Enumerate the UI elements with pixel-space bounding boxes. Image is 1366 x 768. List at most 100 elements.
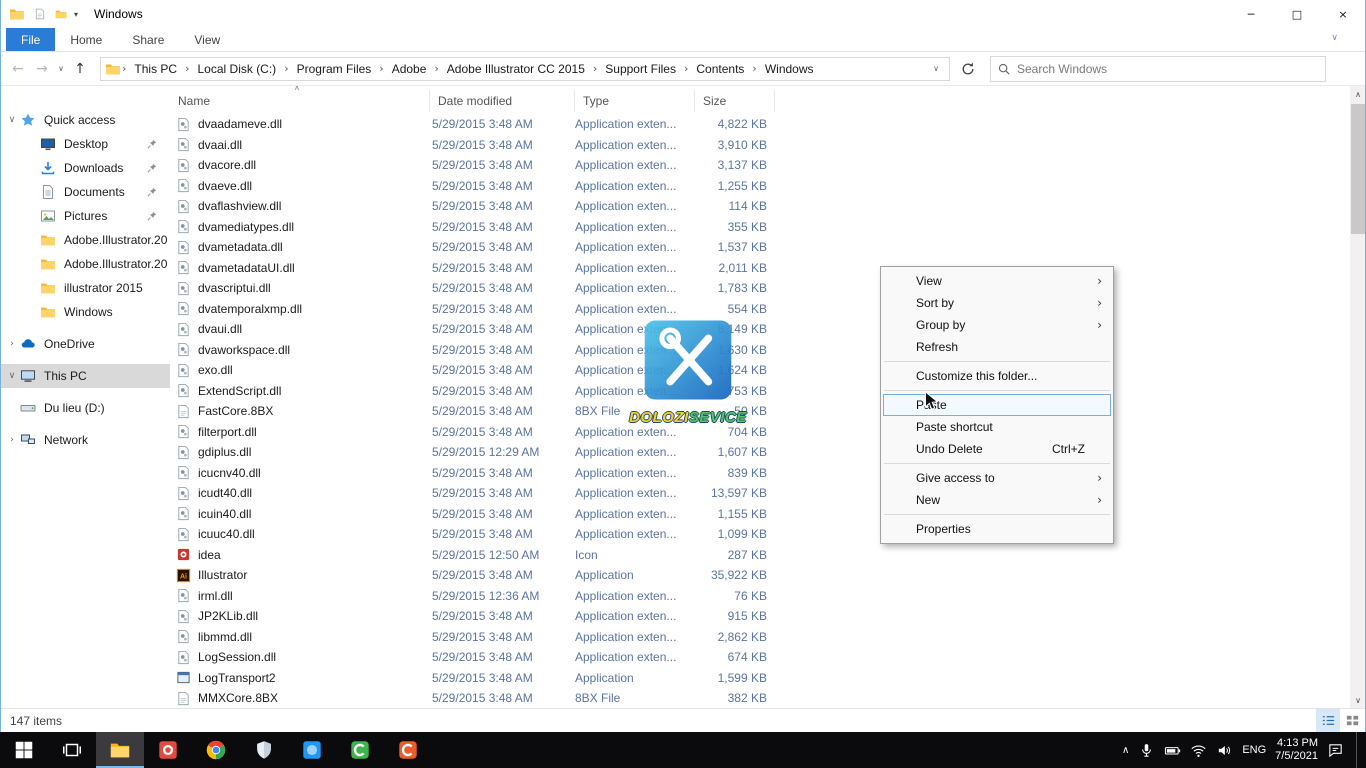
file-row[interactable]: dvaflashview.dll5/29/2015 3:48 AMApplica… — [170, 196, 1350, 217]
file-row[interactable]: dvacore.dll5/29/2015 3:48 AMApplication … — [170, 155, 1350, 176]
microphone-icon[interactable] — [1138, 742, 1155, 759]
sidebar-item-onedrive[interactable]: ›OneDrive — [0, 332, 170, 356]
column-header-date-modified[interactable]: Date modified — [430, 90, 575, 112]
sidebar-item-this-pc[interactable]: ∨This PC — [0, 364, 170, 388]
task-view-button[interactable] — [48, 732, 96, 768]
start-button[interactable] — [0, 732, 48, 768]
file-row[interactable]: LogSession.dll5/29/2015 3:48 AMApplicati… — [170, 647, 1350, 668]
file-row[interactable]: dvametadataUI.dll5/29/2015 3:48 AMApplic… — [170, 258, 1350, 279]
search-input[interactable] — [1017, 62, 1319, 76]
taskbar-app-orange-button[interactable] — [384, 732, 432, 768]
context-menu-item-new[interactable]: New› — [883, 489, 1111, 511]
breadcrumb-item[interactable]: Support Files — [598, 58, 683, 80]
sidebar-item-du-lieu-d[interactable]: Du lieu (D:) — [0, 396, 170, 420]
context-menu-item-paste-shortcut[interactable]: Paste shortcut — [883, 416, 1111, 438]
address-dropdown-icon[interactable]: ∨ — [933, 64, 945, 73]
column-header-size[interactable]: Size — [695, 90, 775, 112]
back-button[interactable]: ← — [6, 61, 30, 77]
breadcrumb-item[interactable]: Contents — [689, 58, 751, 80]
expand-right-icon[interactable]: › — [4, 435, 20, 445]
refresh-icon[interactable] — [960, 61, 976, 77]
file-row[interactable]: icuin40.dll5/29/2015 3:48 AMApplication … — [170, 504, 1350, 525]
breadcrumb-item[interactable]: This PC — [127, 58, 184, 80]
taskbar-app-red-button[interactable] — [144, 732, 192, 768]
close-button[interactable]: × — [1320, 0, 1366, 28]
file-row[interactable]: icuuc40.dll5/29/2015 3:48 AMApplication … — [170, 524, 1350, 545]
context-menu-item-properties[interactable]: Properties — [883, 518, 1111, 540]
file-row[interactable]: MMXCore.8BX5/29/2015 3:48 AM8BX File382 … — [170, 688, 1350, 708]
file-row[interactable]: AiIllustrator5/29/2015 3:48 AMApplicatio… — [170, 565, 1350, 586]
file-row[interactable]: dvametadata.dll5/29/2015 3:48 AMApplicat… — [170, 237, 1350, 258]
context-menu-item-group-by[interactable]: Group by› — [883, 314, 1111, 336]
show-desktop-button[interactable] — [1356, 732, 1361, 768]
context-menu-item-customize-this-folder[interactable]: Customize this folder... — [883, 365, 1111, 387]
address-bar[interactable]: ›This PC›Local Disk (C:)›Program Files›A… — [100, 57, 950, 81]
sidebar-item-quick-access[interactable]: ∨Quick access — [0, 108, 170, 132]
recent-locations-dropdown-icon[interactable]: ∨ — [54, 64, 68, 73]
file-row[interactable]: dvaui.dll5/29/2015 3:48 AMApplication ex… — [170, 319, 1350, 340]
taskbar-defender-button[interactable] — [240, 732, 288, 768]
taskbar-app-blue-button[interactable] — [288, 732, 336, 768]
context-menu-item-give-access-to[interactable]: Give access to› — [883, 467, 1111, 489]
network-icon[interactable] — [1190, 742, 1207, 759]
context-menu-item-sort-by[interactable]: Sort by› — [883, 292, 1111, 314]
expand-down-icon[interactable]: ∨ — [4, 371, 20, 381]
taskbar-chrome-button[interactable] — [192, 732, 240, 768]
sidebar-item-downloads[interactable]: Downloads — [0, 156, 170, 180]
tab-home[interactable]: Home — [55, 28, 117, 51]
breadcrumb-item[interactable]: Program Files — [290, 58, 379, 80]
file-row[interactable]: icucnv40.dll5/29/2015 3:48 AMApplication… — [170, 463, 1350, 484]
tab-view[interactable]: View — [179, 28, 235, 51]
file-row[interactable]: ExtendScript.dll5/29/2015 3:48 AMApplica… — [170, 381, 1350, 402]
breadcrumb-item[interactable]: Windows — [758, 58, 821, 80]
up-button[interactable]: ↑ — [68, 61, 92, 77]
file-row[interactable]: libmmd.dll5/29/2015 3:48 AMApplication e… — [170, 627, 1350, 648]
large-icons-view-button[interactable] — [1340, 709, 1364, 732]
sidebar-item-adobe-illustrator-20[interactable]: Adobe.Illustrator.20 — [0, 252, 170, 276]
sidebar-item-adobe-illustrator-20[interactable]: Adobe.Illustrator.20 — [0, 228, 170, 252]
tab-file[interactable]: File — [6, 28, 55, 51]
expand-right-icon[interactable]: › — [4, 339, 20, 349]
file-row[interactable]: dvascriptui.dll5/29/2015 3:48 AMApplicat… — [170, 278, 1350, 299]
file-row[interactable]: dvaeve.dll5/29/2015 3:48 AMApplication e… — [170, 176, 1350, 197]
qat-customize-arrow-icon[interactable]: ▾ — [74, 10, 78, 19]
breadcrumb-item[interactable]: Adobe Illustrator CC 2015 — [440, 58, 592, 80]
scroll-up-icon[interactable]: ∧ — [1350, 86, 1366, 102]
file-row[interactable]: dvatemporalxmp.dll5/29/2015 3:48 AMAppli… — [170, 299, 1350, 320]
file-row[interactable]: irml.dll5/29/2015 12:36 AMApplication ex… — [170, 586, 1350, 607]
qat-properties-icon[interactable] — [34, 8, 46, 20]
file-row[interactable]: gdiplus.dll5/29/2015 12:29 AMApplication… — [170, 442, 1350, 463]
sidebar-item-windows[interactable]: Windows — [0, 300, 170, 324]
ribbon-expand-icon[interactable]: ∨ — [1331, 33, 1338, 43]
sidebar-item-network[interactable]: ›Network — [0, 428, 170, 452]
vertical-scrollbar[interactable]: ∧ ∨ — [1350, 86, 1366, 708]
column-header-type[interactable]: Type — [575, 90, 695, 112]
context-menu-item-view[interactable]: View› — [883, 270, 1111, 292]
context-menu-item-undo-delete[interactable]: Undo DeleteCtrl+Z — [883, 438, 1111, 460]
expand-down-icon[interactable]: ∨ — [4, 115, 20, 125]
taskbar-coccoc-button[interactable] — [336, 732, 384, 768]
file-row[interactable]: dvaadameve.dll5/29/2015 3:48 AMApplicati… — [170, 114, 1350, 135]
column-header-name[interactable]: Name — [170, 90, 430, 112]
action-center-icon[interactable] — [1327, 742, 1344, 759]
file-row[interactable]: dvaai.dll5/29/2015 3:48 AMApplication ex… — [170, 135, 1350, 156]
breadcrumb-item[interactable]: Local Disk (C:) — [191, 58, 284, 80]
breadcrumb-item[interactable]: Adobe — [385, 58, 434, 80]
taskbar-file-explorer-button[interactable] — [96, 732, 144, 768]
sidebar-item-pictures[interactable]: Pictures — [0, 204, 170, 228]
language-indicator[interactable]: ENG — [1242, 744, 1266, 756]
qat-new-folder-icon[interactable] — [55, 8, 67, 20]
details-view-button[interactable] — [1316, 709, 1340, 732]
forward-button[interactable]: → — [30, 61, 54, 77]
context-menu-item-refresh[interactable]: Refresh — [883, 336, 1111, 358]
maximize-button[interactable]: □ — [1274, 0, 1320, 28]
file-row[interactable]: icudt40.dll5/29/2015 3:48 AMApplication … — [170, 483, 1350, 504]
battery-icon[interactable] — [1164, 742, 1181, 759]
volume-icon[interactable] — [1216, 742, 1233, 759]
sidebar-item-documents[interactable]: Documents — [0, 180, 170, 204]
file-row[interactable]: filterport.dll5/29/2015 3:48 AMApplicati… — [170, 422, 1350, 443]
file-row[interactable]: JP2KLib.dll5/29/2015 3:48 AMApplication … — [170, 606, 1350, 627]
file-row[interactable]: FastCore.8BX5/29/2015 3:48 AM8BX File50 … — [170, 401, 1350, 422]
sidebar-item-illustrator-2015[interactable]: illustrator 2015 — [0, 276, 170, 300]
file-row[interactable]: LogTransport25/29/2015 3:48 AMApplicatio… — [170, 668, 1350, 689]
